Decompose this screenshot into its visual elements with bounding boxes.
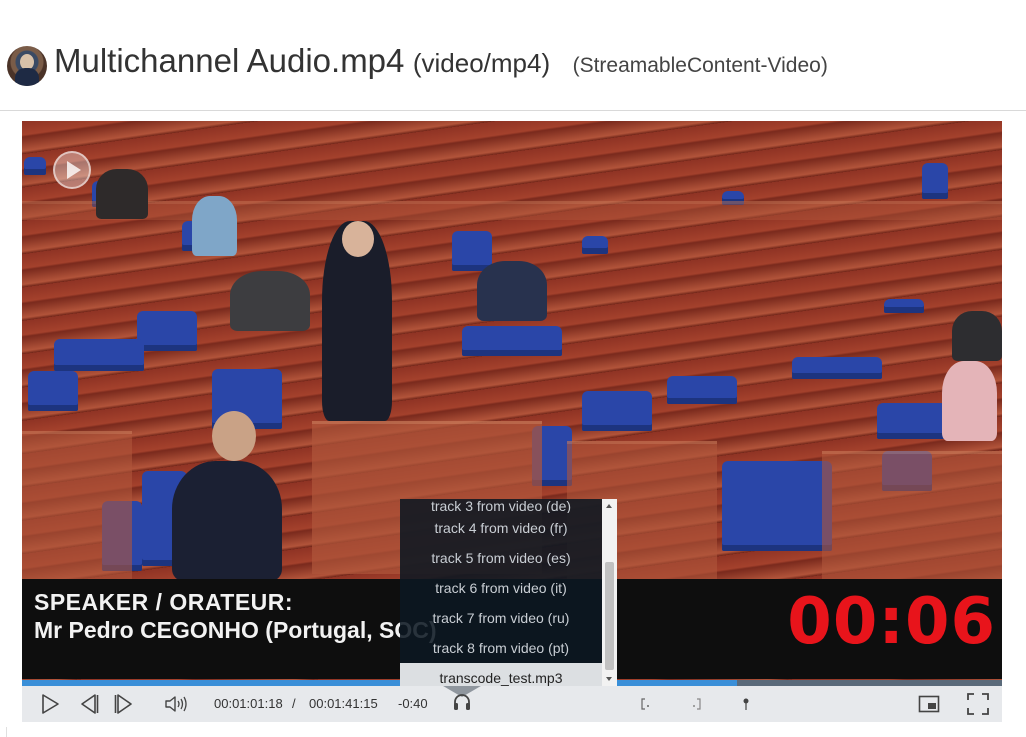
audio-track-item[interactable]: track 8 from video (pt): [400, 633, 602, 663]
page-header: Multichannel Audio.mp4 (video/mp4) (Stre…: [0, 0, 1026, 111]
time-separator: /: [292, 696, 296, 711]
mark-in-button[interactable]: [636, 686, 656, 722]
mark-out-icon: [689, 697, 703, 711]
step-back-button[interactable]: [77, 686, 101, 722]
play-icon: [40, 693, 60, 715]
marker-button[interactable]: [736, 686, 756, 722]
step-forward-button[interactable]: [112, 686, 136, 722]
audio-track-item[interactable]: track 4 from video (fr): [400, 513, 602, 543]
mark-out-button[interactable]: [686, 686, 706, 722]
scroll-up-arrow-icon[interactable]: [602, 499, 617, 513]
speech-timer: 00:06: [787, 585, 996, 659]
step-back-icon: [78, 693, 100, 715]
page-title: Multichannel Audio.mp4 (video/mp4) (Stre…: [54, 42, 828, 80]
content-type: (StreamableContent-Video): [572, 54, 828, 77]
volume-icon: [164, 695, 188, 713]
menu-scrollbar[interactable]: [602, 499, 617, 686]
fullscreen-icon: [966, 692, 990, 716]
audio-track-button[interactable]: [438, 683, 486, 721]
audio-track-item-selected[interactable]: transcode_test.mp3: [400, 663, 602, 686]
mime-type: (video/mp4): [412, 48, 551, 78]
volume-button[interactable]: [163, 686, 189, 722]
audio-track-menu: track 3 from video (de) track 4 from vid…: [400, 499, 617, 686]
audio-track-item[interactable]: track 5 from video (es): [400, 543, 602, 573]
headphones-icon: [452, 692, 472, 717]
control-bar: 00:01:01:18 / 00:01:41:15 -0:40: [22, 683, 1002, 722]
current-time: 00:01:01:18: [214, 696, 283, 711]
speaker-name: Mr Pedro CEGONHO (Portugal, SOC): [34, 617, 437, 643]
play-overlay-icon[interactable]: [53, 151, 91, 189]
duration: 00:01:41:15: [309, 696, 378, 711]
scroll-thumb[interactable]: [605, 562, 614, 670]
audio-track-item[interactable]: track 7 from video (ru): [400, 603, 602, 633]
file-name: Multichannel Audio.mp4: [54, 42, 405, 79]
page-corner: [0, 727, 7, 737]
mark-in-icon: [639, 697, 653, 711]
step-forward-icon: [113, 693, 135, 715]
speaker-label: SPEAKER / ORATEUR:: [34, 589, 294, 615]
audio-track-item[interactable]: track 3 from video (de): [400, 499, 602, 513]
pip-button[interactable]: [916, 686, 942, 722]
scroll-down-arrow-icon[interactable]: [602, 672, 617, 686]
avatar: [7, 46, 47, 86]
play-button[interactable]: [38, 686, 62, 722]
audio-track-list: track 3 from video (de) track 4 from vid…: [400, 499, 602, 686]
marker-pin-icon: [741, 696, 751, 712]
remaining-time: -0:40: [398, 696, 428, 711]
audio-track-item[interactable]: track 6 from video (it): [400, 573, 602, 603]
picture-in-picture-icon: [918, 695, 940, 713]
fullscreen-button[interactable]: [965, 686, 991, 722]
